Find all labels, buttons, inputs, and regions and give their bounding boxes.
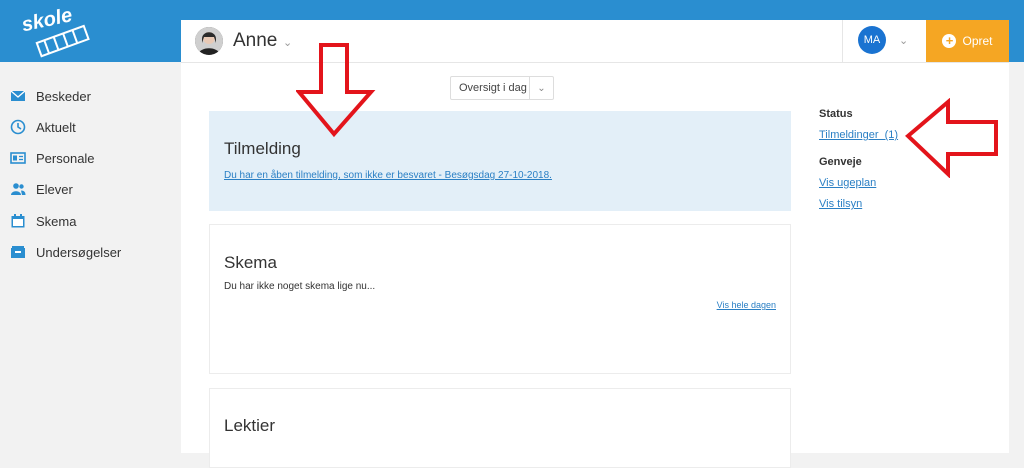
vis-tilsyn-link[interactable]: Vis tilsyn [819, 198, 862, 210]
overview-dropdown-value: Oversigt i dag [459, 82, 527, 94]
sidebar: Beskeder Aktuelt Personale Elever Skema … [0, 62, 181, 453]
user-name[interactable]: Anne [233, 30, 277, 52]
sidebar-item-label: Beskeder [36, 88, 91, 104]
clock-icon [10, 119, 26, 135]
main-card: Anne ⌄ MA ⌄ + Opret Oversigt i dag ⌄ Til… [181, 20, 1009, 468]
sidebar-item-label: Skema [36, 213, 77, 229]
avatar[interactable] [195, 27, 223, 55]
tilmelding-link[interactable]: Du har en åben tilmelding, som ikke er b… [224, 170, 552, 181]
main-header: Anne ⌄ MA ⌄ + Opret [181, 20, 1009, 63]
sidebar-item-elever[interactable]: Elever [10, 179, 73, 199]
vis-hele-dagen-link[interactable]: Vis hele dagen [717, 300, 776, 310]
header-divider [842, 20, 843, 62]
skema-panel: Skema Du har ikke noget skema lige nu...… [209, 224, 791, 374]
users-icon [11, 183, 26, 195]
sidebar-item-beskeder[interactable]: Beskeder [10, 86, 91, 106]
create-button-label: Opret [962, 34, 993, 48]
sidebar-item-label: Elever [36, 181, 73, 197]
tilmeldinger-link[interactable]: Tilmeldinger (1) [819, 129, 898, 141]
envelope-icon [10, 90, 26, 101]
skole-logo[interactable]: skole [18, 2, 108, 58]
tilmelding-panel: Tilmelding Du har en åben tilmelding, so… [209, 111, 791, 211]
sidebar-item-personale[interactable]: Personale [10, 148, 95, 168]
chevron-down-icon[interactable]: ⌄ [899, 34, 908, 47]
skema-text: Du har ikke noget skema lige nu... [224, 281, 376, 292]
tilmelding-title: Tilmelding [224, 139, 301, 158]
overview-dropdown[interactable]: Oversigt i dag ⌄ [450, 76, 554, 100]
create-button[interactable]: + Opret [926, 20, 1009, 62]
lektier-panel: Lektier [209, 388, 791, 468]
skema-title: Skema [224, 253, 277, 272]
status-heading: Status [819, 108, 853, 120]
sidebar-item-label: Aktuelt [36, 119, 76, 135]
account-badge[interactable]: MA [858, 26, 886, 54]
user-photo-icon [195, 27, 223, 55]
id-card-icon [10, 152, 26, 164]
lektier-title: Lektier [224, 416, 276, 435]
chevron-down-icon[interactable]: ⌄ [283, 36, 292, 49]
chevron-down-icon: ⌄ [537, 82, 546, 94]
inbox-icon [11, 246, 25, 258]
sidebar-item-skema[interactable]: Skema [10, 211, 76, 231]
sidebar-item-label: Undersøgelser [36, 244, 122, 260]
sidebar-item-label: Personale [36, 150, 95, 166]
vis-ugeplan-link[interactable]: Vis ugeplan [819, 177, 876, 189]
calendar-icon [11, 214, 25, 228]
plus-icon: + [942, 34, 957, 48]
sidebar-item-aktuelt[interactable]: Aktuelt [10, 117, 76, 137]
sidebar-item-undersogelser[interactable]: Undersøgelser [10, 242, 121, 262]
genveje-heading: Genveje [819, 156, 862, 168]
